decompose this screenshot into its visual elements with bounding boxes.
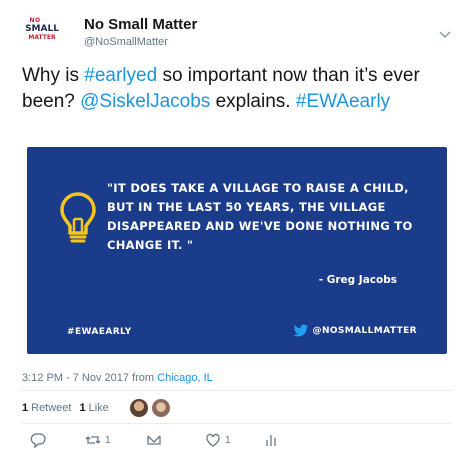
twitter-bird-icon [293, 324, 308, 337]
display-name[interactable]: No Small Matter [84, 16, 197, 33]
tweet-meta: 3:12 PM - 7 Nov 2017 from Chicago, IL [22, 372, 213, 384]
like-count: 1 [225, 434, 231, 446]
engagement-stats: 1 Retweet 1 Like [22, 398, 173, 418]
hashtag-link[interactable]: #earlyed [84, 65, 157, 86]
hashtag-link[interactable]: #EWAearly [296, 91, 390, 112]
location-link[interactable]: Chicago, IL [157, 372, 213, 384]
mention-link[interactable]: @SiskelJacobs [80, 91, 210, 112]
like-button[interactable]: 1 [205, 432, 231, 448]
account-avatar[interactable]: NO SMALL MATTER [22, 18, 62, 54]
card-attribution: - Greg Jacobs [318, 274, 397, 286]
divider [22, 423, 452, 424]
reply-button[interactable] [30, 432, 46, 448]
lightbulb-icon [60, 192, 96, 243]
divider [22, 390, 452, 391]
logo-line3: MATTER [28, 34, 56, 41]
retweet-count: 1 [105, 434, 111, 446]
retweets-label: Retweet [31, 402, 72, 414]
timestamp[interactable]: 3:12 PM - 7 Nov 2017 from [22, 372, 157, 384]
tweet-text-part: Why is [22, 65, 85, 86]
quote-image-card[interactable]: "IT DOES TAKE A VILLAGE TO RAISE A CHILD… [27, 147, 447, 354]
likes-label: Like [88, 402, 109, 414]
user-handle[interactable]: @NoSmallMatter [84, 36, 168, 48]
logo-line2: SMALL [25, 24, 59, 34]
direct-message-icon [147, 435, 161, 445]
tweet-text: Why is #earlyed so important now than it… [22, 63, 452, 115]
retweet-icon [85, 436, 101, 444]
reply-icon [30, 433, 46, 448]
liker-avatar[interactable] [150, 398, 171, 418]
direct-message-button[interactable] [146, 432, 162, 448]
tweet-actions: 1 1 [22, 432, 282, 452]
likes-stat[interactable]: 1 Like [79, 402, 108, 414]
likers-avatars [128, 398, 173, 418]
tweet-text-part: explains. [210, 91, 296, 112]
retweets-count: 1 [22, 402, 29, 414]
card-twitter-label: @NOSMALLMATTER [312, 326, 417, 336]
tweet-header: NO SMALL MATTER No Small Matter @NoSmall… [22, 12, 452, 52]
retweet-button[interactable]: 1 [85, 432, 111, 448]
retweets-stat[interactable]: 1 Retweet [22, 402, 71, 414]
likes-count: 1 [79, 402, 86, 414]
heart-icon [206, 433, 220, 447]
analytics-button[interactable] [263, 432, 279, 448]
chevron-down-icon[interactable] [438, 28, 452, 42]
card-twitter-handle: @NOSMALLMATTER [293, 322, 417, 340]
analytics-icon [266, 435, 276, 446]
card-hashtag: #EWAEARLY [67, 327, 132, 337]
card-quote: "IT DOES TAKE A VILLAGE TO RAISE A CHILD… [107, 181, 413, 252]
liker-avatar[interactable] [128, 398, 149, 418]
